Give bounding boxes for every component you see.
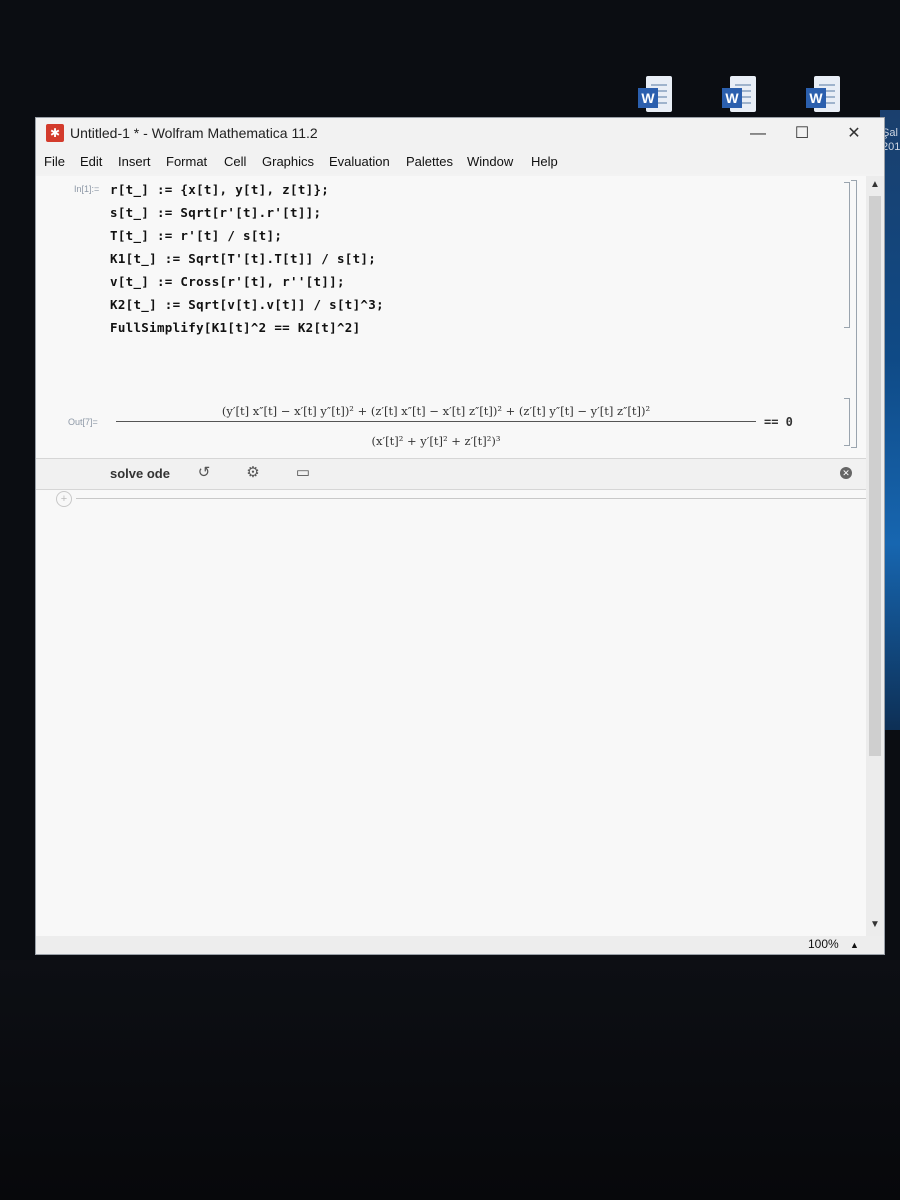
menu-file[interactable]: File [44,154,65,169]
menu-insert[interactable]: Insert [118,154,151,169]
menu-cell[interactable]: Cell [224,154,246,169]
menu-format[interactable]: Format [166,154,207,169]
input-code-line[interactable]: r[t_] := {x[t], y[t], z[t]}; [110,182,329,197]
input-code-line[interactable]: T[t_] := r'[t] / s[t]; [110,228,282,243]
word-document-icon[interactable]: W [804,76,844,116]
zoom-level[interactable]: 100% ▲ [808,937,859,951]
evaluate-spiral-icon[interactable]: ↺ [193,463,215,483]
output-numerator: (y′[t] x″[t] − x′[t] y″[t])² + (z′[t] x″… [221,404,651,418]
group-cell-bracket[interactable] [851,180,857,448]
status-bar: 100% ▲ [36,936,884,954]
output-equals-zero: == 0 [764,415,793,429]
maximize-button[interactable]: ☐ [780,122,824,146]
menu-window[interactable]: Window [467,154,513,169]
gear-icon[interactable]: ⚙ [242,463,264,483]
window-title: Untitled-1 * - Wolfram Mathematica 11.2 [70,125,318,141]
scroll-up-icon[interactable]: ▲ [869,178,881,192]
fraction-line [116,421,756,422]
output-cell-bracket[interactable] [844,398,850,446]
menu-palettes[interactable]: Palettes [406,154,453,169]
scrollbar-thumb[interactable] [869,196,881,756]
notebook-area[interactable]: In[1]:= r[t_] := {x[t], y[t], z[t]}; s[t… [36,176,866,936]
suggestions-bar: solve ode ↺ ⚙ ▭ ✕ [36,458,866,490]
mathematica-logo-icon: ✱ [46,124,64,142]
title-bar[interactable]: ✱ Untitled-1 * - Wolfram Mathematica 11.… [36,118,884,150]
add-cell-plus-icon[interactable]: + [56,491,72,507]
input-code-line[interactable]: K1[t_] := Sqrt[T'[t].T[t]] / s[t]; [110,251,376,266]
input-code-line[interactable]: s[t_] := Sqrt[r'[t].r'[t]]; [110,205,321,220]
input-cell-bracket[interactable] [844,182,850,328]
word-document-icon[interactable]: W [720,76,760,116]
input-code-line[interactable]: v[t_] := Cross[r'[t], r''[t]]; [110,274,345,289]
output-denominator: (x′[t]² + y′[t]² + z′[t]²)³ [371,434,501,448]
close-suggestions-icon[interactable]: ✕ [840,467,852,479]
desktop-side-text: Şal 201 [882,127,900,153]
close-button[interactable]: ✕ [832,122,876,146]
menu-edit[interactable]: Edit [80,154,102,169]
input-cell-label: In[1]:= [74,184,100,194]
scroll-down-icon[interactable]: ▼ [869,918,881,932]
menu-bar: File Edit Insert Format Cell Graphics Ev… [36,150,884,174]
suggestion-solve-ode[interactable]: solve ode [110,466,170,481]
menu-evaluation[interactable]: Evaluation [329,154,390,169]
vertical-scrollbar[interactable]: ▲ ▼ [866,176,884,936]
input-code-line[interactable]: K2[t_] := Sqrt[v[t].v[t]] / s[t]^3; [110,297,384,312]
input-code-line[interactable]: FullSimplify[K1[t]^2 == K2[t]^2] [110,320,360,335]
menu-help[interactable]: Help [531,154,558,169]
comment-icon[interactable]: ▭ [292,463,314,483]
monitor-bezel-background [0,960,900,1200]
word-document-icon[interactable]: W [636,76,676,116]
zoom-arrow-icon[interactable]: ▲ [850,940,859,950]
mathematica-window: ✱ Untitled-1 * - Wolfram Mathematica 11.… [36,118,884,954]
minimize-button[interactable]: — [736,122,780,146]
output-cell-label: Out[7]= [68,417,98,427]
menu-graphics[interactable]: Graphics [262,154,314,169]
cell-insertion-line[interactable] [76,498,866,499]
